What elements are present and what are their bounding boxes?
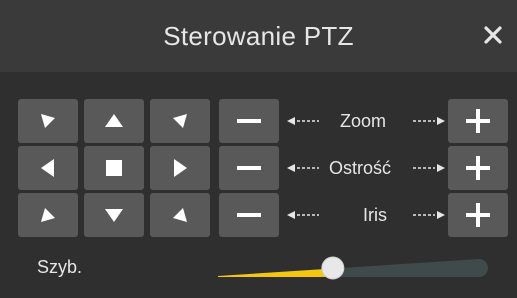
arrow-right-icon (413, 193, 445, 237)
arrow-left-icon (287, 193, 319, 237)
arrow-right-icon (413, 146, 445, 190)
pan-down-button[interactable] (84, 193, 144, 237)
close-icon (484, 26, 502, 44)
arrow-left-icon (287, 99, 319, 143)
iris-plus-button[interactable] (448, 193, 508, 237)
pan-up-left-button[interactable] (18, 99, 78, 143)
speed-slider[interactable] (218, 255, 491, 281)
minus-icon (237, 166, 261, 170)
ptz-control-dialog: Sterowanie PTZ Zoom Ostrość Iris Szyb. (0, 0, 517, 298)
triangle-left-icon (41, 159, 54, 177)
speed-label: Szyb. (37, 257, 83, 277)
triangle-up-icon (105, 114, 123, 127)
square-stop-icon (106, 160, 122, 176)
arrow-right-icon (413, 99, 445, 143)
triangle-down-left-icon (41, 208, 55, 222)
pan-down-right-button[interactable] (150, 193, 210, 237)
pan-up-button[interactable] (84, 99, 144, 143)
zoom-label: Zoom (340, 111, 387, 131)
slider-track-end (470, 259, 488, 277)
dialog-title: Sterowanie PTZ (163, 21, 354, 51)
triangle-down-right-icon (173, 208, 187, 222)
triangle-up-left-icon (41, 114, 55, 128)
plus-icon (466, 203, 490, 227)
pan-down-left-button[interactable] (18, 193, 78, 237)
iris-label: Iris (363, 205, 387, 225)
close-button[interactable] (475, 17, 511, 53)
slider-fill (218, 268, 333, 277)
triangle-right-icon (174, 159, 187, 177)
minus-icon (237, 119, 261, 123)
focus-plus-button[interactable] (448, 146, 508, 190)
triangle-up-right-icon (173, 114, 187, 128)
plus-icon (466, 156, 490, 180)
plus-icon (466, 109, 490, 133)
zoom-minus-button[interactable] (219, 99, 279, 143)
pan-right-button[interactable] (150, 146, 210, 190)
triangle-down-icon (105, 209, 123, 222)
slider-thumb[interactable] (321, 256, 345, 280)
pan-left-button[interactable] (18, 146, 78, 190)
stop-button[interactable] (84, 146, 144, 190)
zoom-plus-button[interactable] (448, 99, 508, 143)
arrow-left-icon (287, 146, 319, 190)
focus-minus-button[interactable] (219, 146, 279, 190)
pan-up-right-button[interactable] (150, 99, 210, 143)
minus-icon (237, 213, 261, 217)
focus-label: Ostrość (329, 158, 392, 178)
iris-minus-button[interactable] (219, 193, 279, 237)
